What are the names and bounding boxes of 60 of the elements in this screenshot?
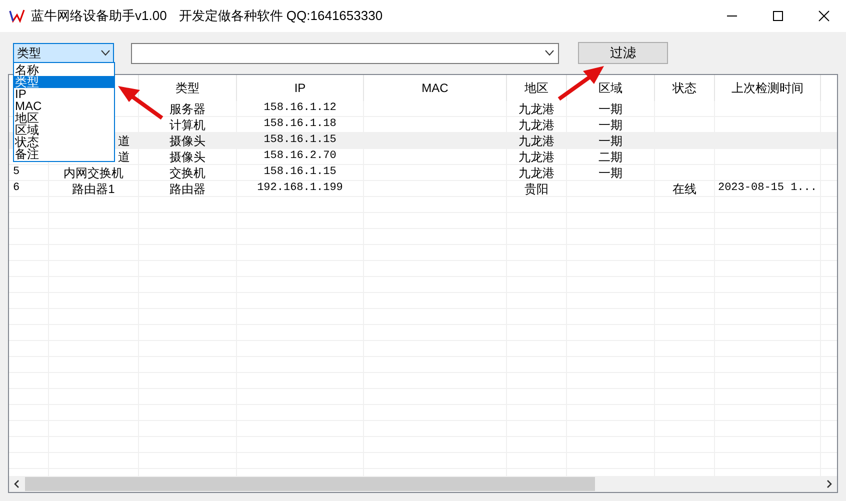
table-cell-text: 158.16.2.70 [264,149,336,164]
table-row[interactable]: 6 路由器1 路由器 192.168.1.199 贵阳 在线 2023-08-15 1... [9,181,837,197]
column-header[interactable]: 上次检测时间 [732,79,804,97]
scrollbar-thumb[interactable] [25,477,595,491]
table-cell-text: 九龙港 [518,148,554,166]
dropdown-option[interactable]: 类型 [14,76,114,88]
table-row[interactable]: 5 内网交换机 交换机 158.16.1.15 九龙港 一期 [9,165,837,181]
dropdown-option[interactable]: 备注 [14,148,114,160]
filter-button[interactable]: 过滤 [578,42,668,64]
table-cell-text: 路由器1 [72,180,115,198]
table-cell-text: 158.16.1.15 [264,133,336,148]
table-cell-text: 2023-08-15 1... [718,181,818,196]
table-cell-text: 摄像头 [170,132,206,150]
field-dropdown[interactable]: 类型 [13,43,114,63]
window-subtitle: 开发定做各种软件 QQ:1641653330 [178,7,383,26]
table-cell-text: 摄像头 [170,148,206,166]
filter-combobox[interactable] [131,42,559,64]
table-cell-text: 九龙港 [518,100,554,118]
chevron-down-icon [101,50,110,56]
dropdown-option[interactable]: 状态 [14,136,114,148]
table-cell-text: 一期 [598,164,622,182]
table-cell-text: 九龙港 [518,116,554,134]
table-cell-text: 道 [118,148,130,166]
table-cell-text: 交换机 [170,164,206,182]
table-cell-text: 贵阳 [524,180,548,198]
table-cell-text: 服务器 [170,100,206,118]
arrow-annotation [118,86,164,120]
dropdown-option[interactable]: 名称 [14,64,114,76]
table-cell-text: 158.16.1.15 [264,165,336,180]
chevron-down-icon [545,50,554,56]
table-cell-text: 158.16.1.18 [264,117,336,132]
table-cell-text: 内网交换机 [64,164,124,182]
table-cell-text: 二期 [598,148,622,166]
column-header[interactable]: 地区 [524,79,548,97]
column-header[interactable]: MAC [422,79,448,97]
table-cell-text: 6 [13,181,20,196]
table-cell-text: 一期 [598,132,622,150]
table-cell-text: 192.168.1.199 [257,181,343,196]
column-header[interactable]: IP [294,79,306,97]
table-cell-text: 计算机 [170,116,206,134]
table-cell-text: 158.16.1.12 [264,101,336,116]
window-title: 蓝牛网络设备助手v1.00 [31,7,167,26]
column-header[interactable]: 区域 [598,79,622,97]
table-cell-text: 九龙港 [518,164,554,182]
dropdown-option[interactable]: MAC [14,100,114,112]
maximize-icon[interactable] [772,10,784,22]
table-cell-text: 在线 [672,180,696,198]
table-cell-text: 一期 [598,116,622,134]
table-cell-text: 路由器 [170,180,206,198]
table-cell-text: 5 [13,165,20,180]
dropdown-option[interactable]: IP [14,88,114,100]
table-cell-text: 道 [118,132,130,150]
close-icon[interactable] [818,10,830,22]
horizontal-scrollbar[interactable] [9,476,837,492]
app-logo-icon [9,9,25,23]
dropdown-option[interactable]: 区域 [14,124,114,136]
table-cell-text: 一期 [598,100,622,118]
table-cell-text: 九龙港 [518,132,554,150]
column-header[interactable]: 类型 [176,79,200,97]
column-header[interactable]: 状态 [672,79,696,97]
